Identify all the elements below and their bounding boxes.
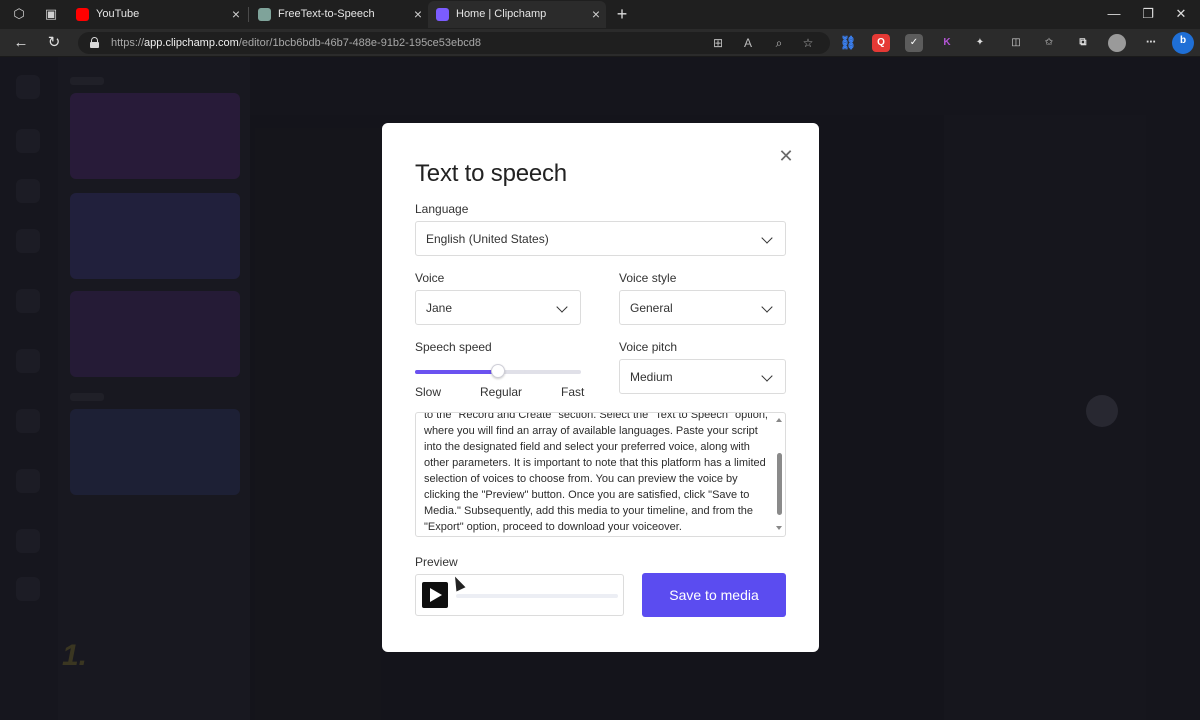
language-select[interactable]: English (United States) [415, 221, 786, 256]
lock-icon [90, 37, 99, 48]
play-icon [430, 588, 442, 602]
language-value: English (United States) [426, 232, 549, 246]
url-text: https://app.clipchamp.com/editor/1bcb6bd… [111, 37, 482, 49]
voice-select[interactable]: Jane [415, 290, 581, 325]
speed-fast-label: Fast [561, 385, 585, 399]
minimize-button[interactable]: — [1104, 4, 1124, 24]
tab-title: Home | Clipchamp [456, 8, 547, 20]
tab-youtube[interactable]: YouTube × [68, 1, 246, 28]
voice-style-label: Voice style [619, 271, 677, 285]
scroll-up-arrow-icon[interactable] [776, 418, 782, 422]
voice-label: Voice [415, 271, 445, 285]
back-arrow-icon[interactable]: ← [12, 34, 30, 52]
tab-title: FreeText-to-Speech [278, 8, 375, 20]
preview-label: Preview [415, 555, 458, 569]
link-icon[interactable]: ⛓ [839, 34, 857, 52]
speech-speed-label: Speech speed [415, 340, 492, 354]
play-button[interactable] [422, 582, 448, 608]
tab-separator [248, 7, 249, 22]
tab-freetext-to-speech[interactable]: FreeText-to-Speech × [250, 1, 428, 28]
new-tab-button[interactable]: + [612, 3, 632, 25]
collections-icon[interactable]: ⧉ [1074, 34, 1092, 52]
k-extension-icon[interactable]: K [938, 34, 956, 52]
preview-player [415, 574, 624, 616]
url-field[interactable]: https://app.clipchamp.com/editor/1bcb6bd… [78, 32, 830, 54]
bing-copilot-icon[interactable]: b [1172, 32, 1194, 54]
voice-value: Jane [426, 301, 453, 315]
workspaces-icon[interactable]: ⬡ [11, 6, 27, 22]
zoom-icon[interactable]: ⌕ [770, 34, 788, 52]
chevron-down-icon [761, 232, 773, 244]
tab-actions-icon[interactable]: ▣ [43, 6, 59, 22]
textarea-scrollbar[interactable] [773, 413, 785, 536]
speed-regular-label: Regular [480, 385, 523, 399]
extensions-puzzle-icon[interactable]: ✦ [971, 34, 989, 52]
speed-slow-label: Slow [415, 385, 442, 399]
save-to-media-button[interactable]: Save to media [642, 573, 786, 617]
tab-close-icon[interactable]: × [592, 1, 600, 28]
voice-style-select[interactable]: General [619, 290, 786, 325]
text-to-speech-dialog: ✕ Text to speech Language English (Unite… [382, 123, 819, 652]
red-extension-icon[interactable]: Q [872, 34, 890, 52]
voice-pitch-select[interactable]: Medium [619, 359, 786, 394]
tab-close-icon[interactable]: × [232, 1, 240, 28]
clipchamp-favicon-icon [436, 8, 449, 21]
close-icon[interactable]: ✕ [777, 147, 795, 165]
scrollbar-thumb[interactable] [777, 453, 782, 515]
tab-clipchamp[interactable]: Home | Clipchamp × [428, 1, 606, 28]
language-label: Language [415, 202, 469, 216]
split-screen-icon[interactable]: ◫ [1007, 34, 1025, 52]
close-window-button[interactable]: ✕ [1171, 4, 1191, 24]
refresh-icon[interactable]: ↻ [45, 34, 63, 52]
restore-button[interactable]: ❐ [1138, 4, 1158, 24]
profile-avatar[interactable] [1108, 34, 1126, 52]
check-extension-icon[interactable]: ✓ [905, 34, 923, 52]
slider-handle[interactable] [491, 364, 505, 378]
browser-tab-bar: ⬡ ▣ YouTube × FreeText-to-Speech × Home … [0, 0, 1200, 29]
voice-style-value: General [630, 301, 673, 315]
speech-speed-slider[interactable] [415, 364, 581, 378]
youtube-favicon-icon [76, 8, 89, 21]
script-text: to the "Record and Create" section. Sele… [424, 412, 768, 533]
scroll-down-arrow-icon[interactable] [776, 526, 782, 530]
chevron-down-icon [556, 301, 568, 313]
chevron-down-icon [761, 301, 773, 313]
voice-pitch-value: Medium [630, 370, 673, 384]
script-textarea[interactable]: to the "Record and Create" section. Sele… [415, 412, 786, 537]
tab-title: YouTube [96, 8, 140, 20]
app-available-icon[interactable]: ⊞ [709, 34, 727, 52]
voice-pitch-label: Voice pitch [619, 340, 678, 354]
favorite-star-icon[interactable]: ☆ [799, 34, 817, 52]
freetext-favicon-icon [258, 8, 271, 21]
slider-fill [415, 370, 498, 374]
favorites-icon[interactable]: ✩ [1040, 34, 1058, 52]
preview-progress-bar[interactable] [456, 594, 618, 598]
more-options-icon[interactable]: ⋯ [1142, 34, 1160, 52]
chevron-down-icon [761, 370, 773, 382]
dialog-title: Text to speech [415, 160, 567, 187]
tab-close-icon[interactable]: × [414, 1, 422, 28]
read-aloud-icon[interactable]: A [739, 34, 757, 52]
